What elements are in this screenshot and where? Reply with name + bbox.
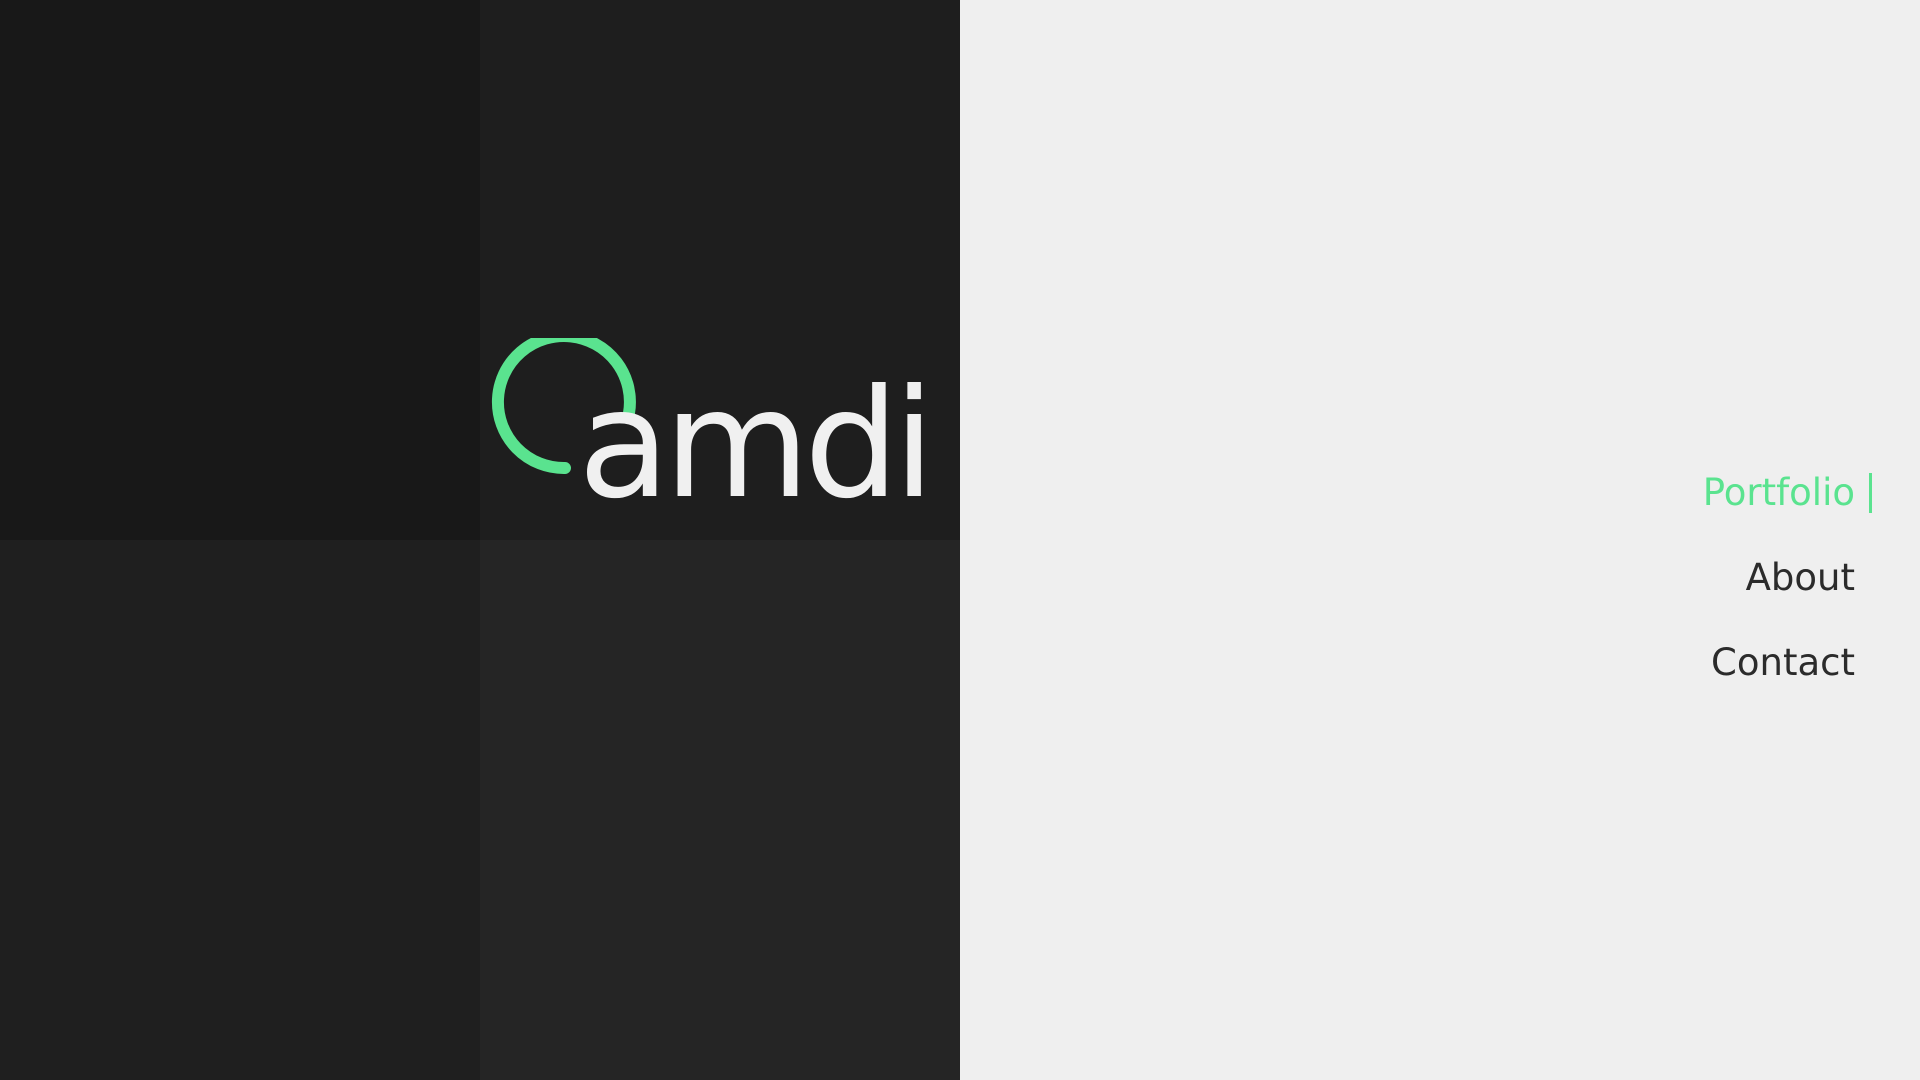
dark-panel-grid: amdi: [0, 0, 960, 1080]
nav-item-label: Contact: [1711, 641, 1855, 684]
grid-tile-top-left: [0, 0, 480, 540]
nav-item-about[interactable]: About: [1746, 535, 1872, 620]
indicator-spacer: [1869, 643, 1872, 683]
nav-item-label: Portfolio: [1702, 471, 1855, 514]
nav-item-portfolio[interactable]: Portfolio: [1703, 450, 1872, 535]
nav-item-contact[interactable]: Contact: [1711, 620, 1872, 705]
brand-wordmark: amdi: [578, 358, 935, 532]
indicator-spacer: [1869, 558, 1872, 598]
page: amdi Portfolio About Contact: [0, 0, 1920, 1080]
main-nav: Portfolio About Contact: [1703, 450, 1872, 705]
grid-tile-bottom-right: [480, 540, 960, 1080]
active-indicator: [1869, 472, 1872, 513]
nav-item-label: About: [1745, 556, 1855, 599]
grid-tile-bottom-left: [0, 540, 480, 1080]
brand-logo[interactable]: amdi: [490, 338, 940, 523]
